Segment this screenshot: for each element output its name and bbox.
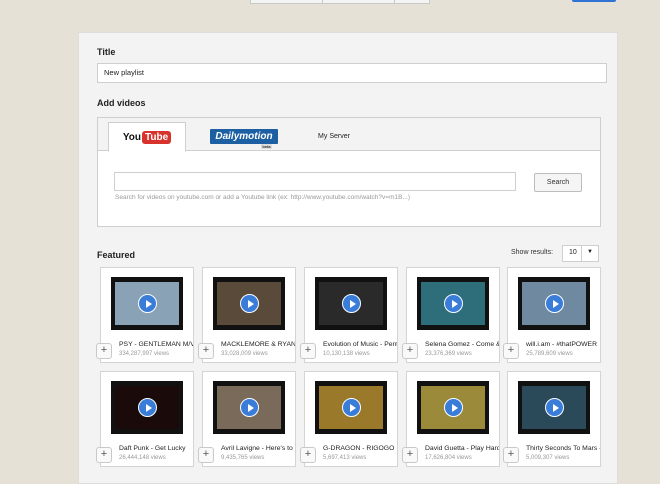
video-title: PSY - GENTLEMAN M/V xyxy=(119,341,193,348)
video-views: 9,435,765 views xyxy=(221,455,265,461)
video-thumbnail[interactable] xyxy=(315,277,387,330)
video-card[interactable]: + Selena Gomez - Come & Get It 23,376,369 … xyxy=(402,267,500,363)
add-to-playlist-button[interactable]: + xyxy=(402,343,418,359)
video-card[interactable]: + Thirty Seconds To Mars - Up in the Air 5… xyxy=(503,371,601,467)
video-card[interactable]: + G-DRAGON - ­­­­­­­­RIGOGO 5,697,413 view… xyxy=(300,371,398,467)
video-title: Daft Punk - Get Lucky xyxy=(119,445,186,452)
video-thumbnail[interactable] xyxy=(213,381,285,434)
show-results-label: Show results: xyxy=(511,249,554,256)
video-views: 17,626,804 views xyxy=(425,455,472,461)
video-search-input[interactable] xyxy=(114,172,516,191)
add-to-playlist-button[interactable]: + xyxy=(503,343,519,359)
video-title: Selena Gomez - Come & Get It xyxy=(425,341,499,348)
add-to-playlist-button[interactable]: + xyxy=(198,447,214,463)
video-thumbnail[interactable] xyxy=(417,381,489,434)
add-videos-box: You Tube Dailymotion beta My Server Search… xyxy=(97,117,601,227)
play-icon[interactable] xyxy=(138,398,157,417)
add-to-playlist-button[interactable]: + xyxy=(96,447,112,463)
video-views: 26,444,148 views xyxy=(119,455,166,461)
video-title: David Guetta - Play Hard xyxy=(425,445,499,452)
add-to-playlist-button[interactable]: + xyxy=(300,447,316,463)
video-thumbnail[interactable] xyxy=(213,277,285,330)
video-card[interactable]: + MACKLEMORE & RYAN 33,028,009 views xyxy=(198,267,296,363)
top-primary-button[interactable] xyxy=(572,0,616,2)
video-thumbnail[interactable] xyxy=(315,381,387,434)
video-title: Avril Lavigne - Here's to Never Growing … xyxy=(221,445,295,452)
dailymotion-logo: Dailymotion beta xyxy=(210,128,278,149)
source-tabs: You Tube Dailymotion beta My Server xyxy=(98,118,600,152)
video-views: 33,028,009 views xyxy=(221,351,268,357)
tab-dailymotion[interactable]: Dailymotion beta xyxy=(200,122,288,150)
play-icon[interactable] xyxy=(138,294,157,313)
add-to-playlist-button[interactable]: + xyxy=(96,343,112,359)
play-icon[interactable] xyxy=(545,294,564,313)
video-card[interactable]: + David Guetta - Play Hard 17,626,804 view… xyxy=(402,371,500,467)
video-thumbnail[interactable] xyxy=(111,381,183,434)
add-to-playlist-button[interactable]: + xyxy=(503,447,519,463)
video-thumbnail[interactable] xyxy=(111,277,183,330)
playlist-editor-panel: Title New playlist Add videos You Tube Da… xyxy=(78,32,618,484)
play-icon[interactable] xyxy=(240,294,259,313)
search-button[interactable]: Search xyxy=(534,173,582,192)
youtube-logo: You Tube xyxy=(123,130,172,144)
play-icon[interactable] xyxy=(342,398,361,417)
video-title: will.i.am - #thatPOWER xyxy=(526,341,598,348)
video-views: 23,376,369 views xyxy=(425,351,472,357)
play-icon[interactable] xyxy=(342,294,361,313)
play-icon[interactable] xyxy=(240,398,259,417)
video-views: 10,130,138 views xyxy=(323,351,370,357)
chevron-down-icon: ▼ xyxy=(587,249,593,255)
search-hint: Search for videos on youtube.com or add … xyxy=(115,194,411,201)
top-toolbar-segment[interactable] xyxy=(394,0,430,4)
video-title: Evolution of Music - Pentatonix xyxy=(323,341,397,348)
video-title: Thirty Seconds To Mars - Up in the Air xyxy=(526,445,600,452)
play-icon[interactable] xyxy=(444,398,463,417)
video-title: G-DRAGON - ­­­­­­­­RIGOGO xyxy=(323,445,395,452)
video-card[interactable]: + Daft Punk - Get Lucky 26,444,148 views xyxy=(96,371,194,467)
title-label: Title xyxy=(97,47,116,57)
add-to-playlist-button[interactable]: + xyxy=(198,343,214,359)
video-card[interactable]: + will.i.am - #thatPOWER 25,789,609 views xyxy=(503,267,601,363)
add-to-playlist-button[interactable]: + xyxy=(300,343,316,359)
tab-my-server[interactable]: My Server xyxy=(304,122,364,150)
top-toolbar-segment[interactable] xyxy=(250,0,324,4)
video-card[interactable]: + PSY - GENTLEMAN M/V 334,287,997 views xyxy=(96,267,194,363)
video-thumbnail[interactable] xyxy=(518,381,590,434)
add-to-playlist-button[interactable]: + xyxy=(402,447,418,463)
video-card[interactable]: + Evolution of Music - Pentatonix 10,130,1… xyxy=(300,267,398,363)
featured-heading: Featured xyxy=(97,250,136,260)
video-title: MACKLEMORE & RYAN xyxy=(221,341,295,348)
play-icon[interactable] xyxy=(545,398,564,417)
video-views: 5,697,413 views xyxy=(323,455,367,461)
video-thumbnail[interactable] xyxy=(417,277,489,330)
show-results-select[interactable]: 10 ▼ xyxy=(562,245,599,262)
top-toolbar-segment[interactable] xyxy=(322,0,396,4)
video-views: 5,009,307 views xyxy=(526,455,570,461)
tab-youtube[interactable]: You Tube xyxy=(108,122,186,152)
video-thumbnail[interactable] xyxy=(518,277,590,330)
play-icon[interactable] xyxy=(444,294,463,313)
add-videos-label: Add videos xyxy=(97,98,146,108)
title-input[interactable]: New playlist xyxy=(97,63,607,83)
video-card[interactable]: + Avril Lavigne - Here's to Never Growing… xyxy=(198,371,296,467)
video-views: 25,789,609 views xyxy=(526,351,573,357)
video-views: 334,287,997 views xyxy=(119,351,170,357)
